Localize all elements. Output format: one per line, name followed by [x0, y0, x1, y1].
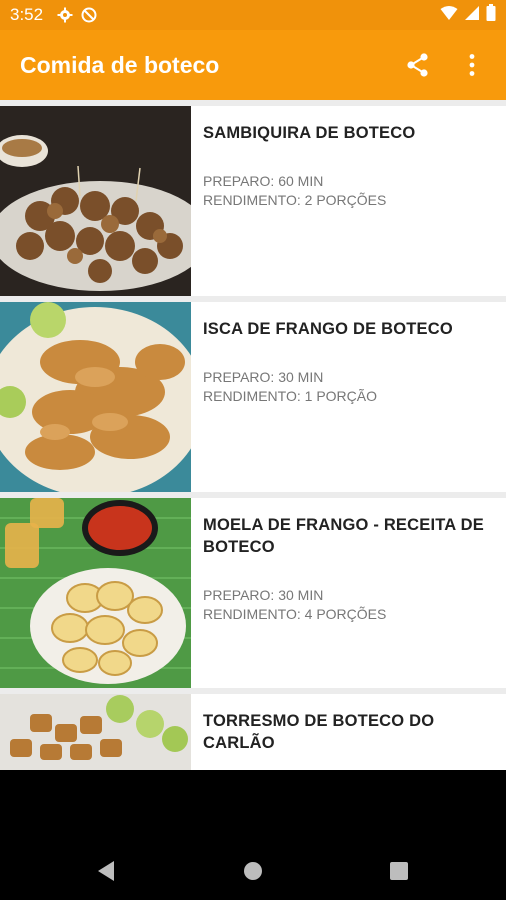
recents-icon	[390, 862, 408, 880]
recipe-image	[0, 694, 191, 770]
recipe-card[interactable]: MOELA DE FRANGO - RECEITA DE BOTECO PREP…	[0, 498, 506, 688]
signal-icon	[464, 5, 480, 26]
recipe-card[interactable]: TORRESMO DE BOTECO DO CARLÃO	[0, 694, 506, 770]
recipe-yield: RENDIMENTO: 2 PORÇÕES	[203, 192, 387, 208]
recents-button[interactable]	[390, 862, 408, 885]
recipe-image	[0, 498, 191, 688]
status-time: 3:52	[10, 5, 44, 24]
battery-icon	[486, 4, 496, 26]
share-button[interactable]	[404, 51, 432, 79]
recipe-yield: RENDIMENTO: 1 PORÇÃO	[203, 388, 377, 404]
app-title: Comida de boteco	[20, 51, 220, 78]
recipe-image	[0, 106, 191, 296]
recipe-prep-time: PREPARO: 30 MIN	[203, 587, 324, 603]
wifi-icon	[440, 5, 458, 26]
recipe-yield: RENDIMENTO: 4 PORÇÕES	[203, 606, 387, 622]
more-options-button[interactable]	[458, 51, 486, 79]
back-icon	[98, 861, 114, 881]
recipe-title: ISCA DE FRANGO DE BOTECO	[203, 320, 453, 338]
recipe-card[interactable]: ISCA DE FRANGO DE BOTECO PREPARO: 30 MIN…	[0, 302, 506, 492]
gear-icon	[57, 7, 73, 23]
more-vert-icon	[469, 54, 475, 76]
status-bar: 3:52	[0, 0, 506, 30]
recipe-card[interactable]: SAMBIQUIRA DE BOTECO PREPARO: 60 MIN REN…	[0, 106, 506, 296]
recipe-title: TORRESMO DE BOTECO DO CARLÃO	[203, 712, 435, 752]
home-icon	[244, 862, 262, 880]
recipe-title: SAMBIQUIRA DE BOTECO	[203, 124, 416, 142]
recipe-title: MOELA DE FRANGO - RECEITA DE BOTECO	[203, 516, 484, 556]
share-icon	[407, 53, 428, 77]
home-button[interactable]	[243, 861, 263, 886]
recipe-list[interactable]: SAMBIQUIRA DE BOTECO PREPARO: 60 MIN REN…	[0, 100, 506, 770]
do-not-disturb-icon	[81, 7, 97, 23]
recipe-prep-time: PREPARO: 30 MIN	[203, 369, 324, 385]
recipe-prep-time: PREPARO: 60 MIN	[203, 173, 324, 189]
recipe-image	[0, 302, 191, 492]
app-bar: Comida de boteco	[0, 30, 506, 100]
back-button[interactable]	[96, 860, 116, 887]
